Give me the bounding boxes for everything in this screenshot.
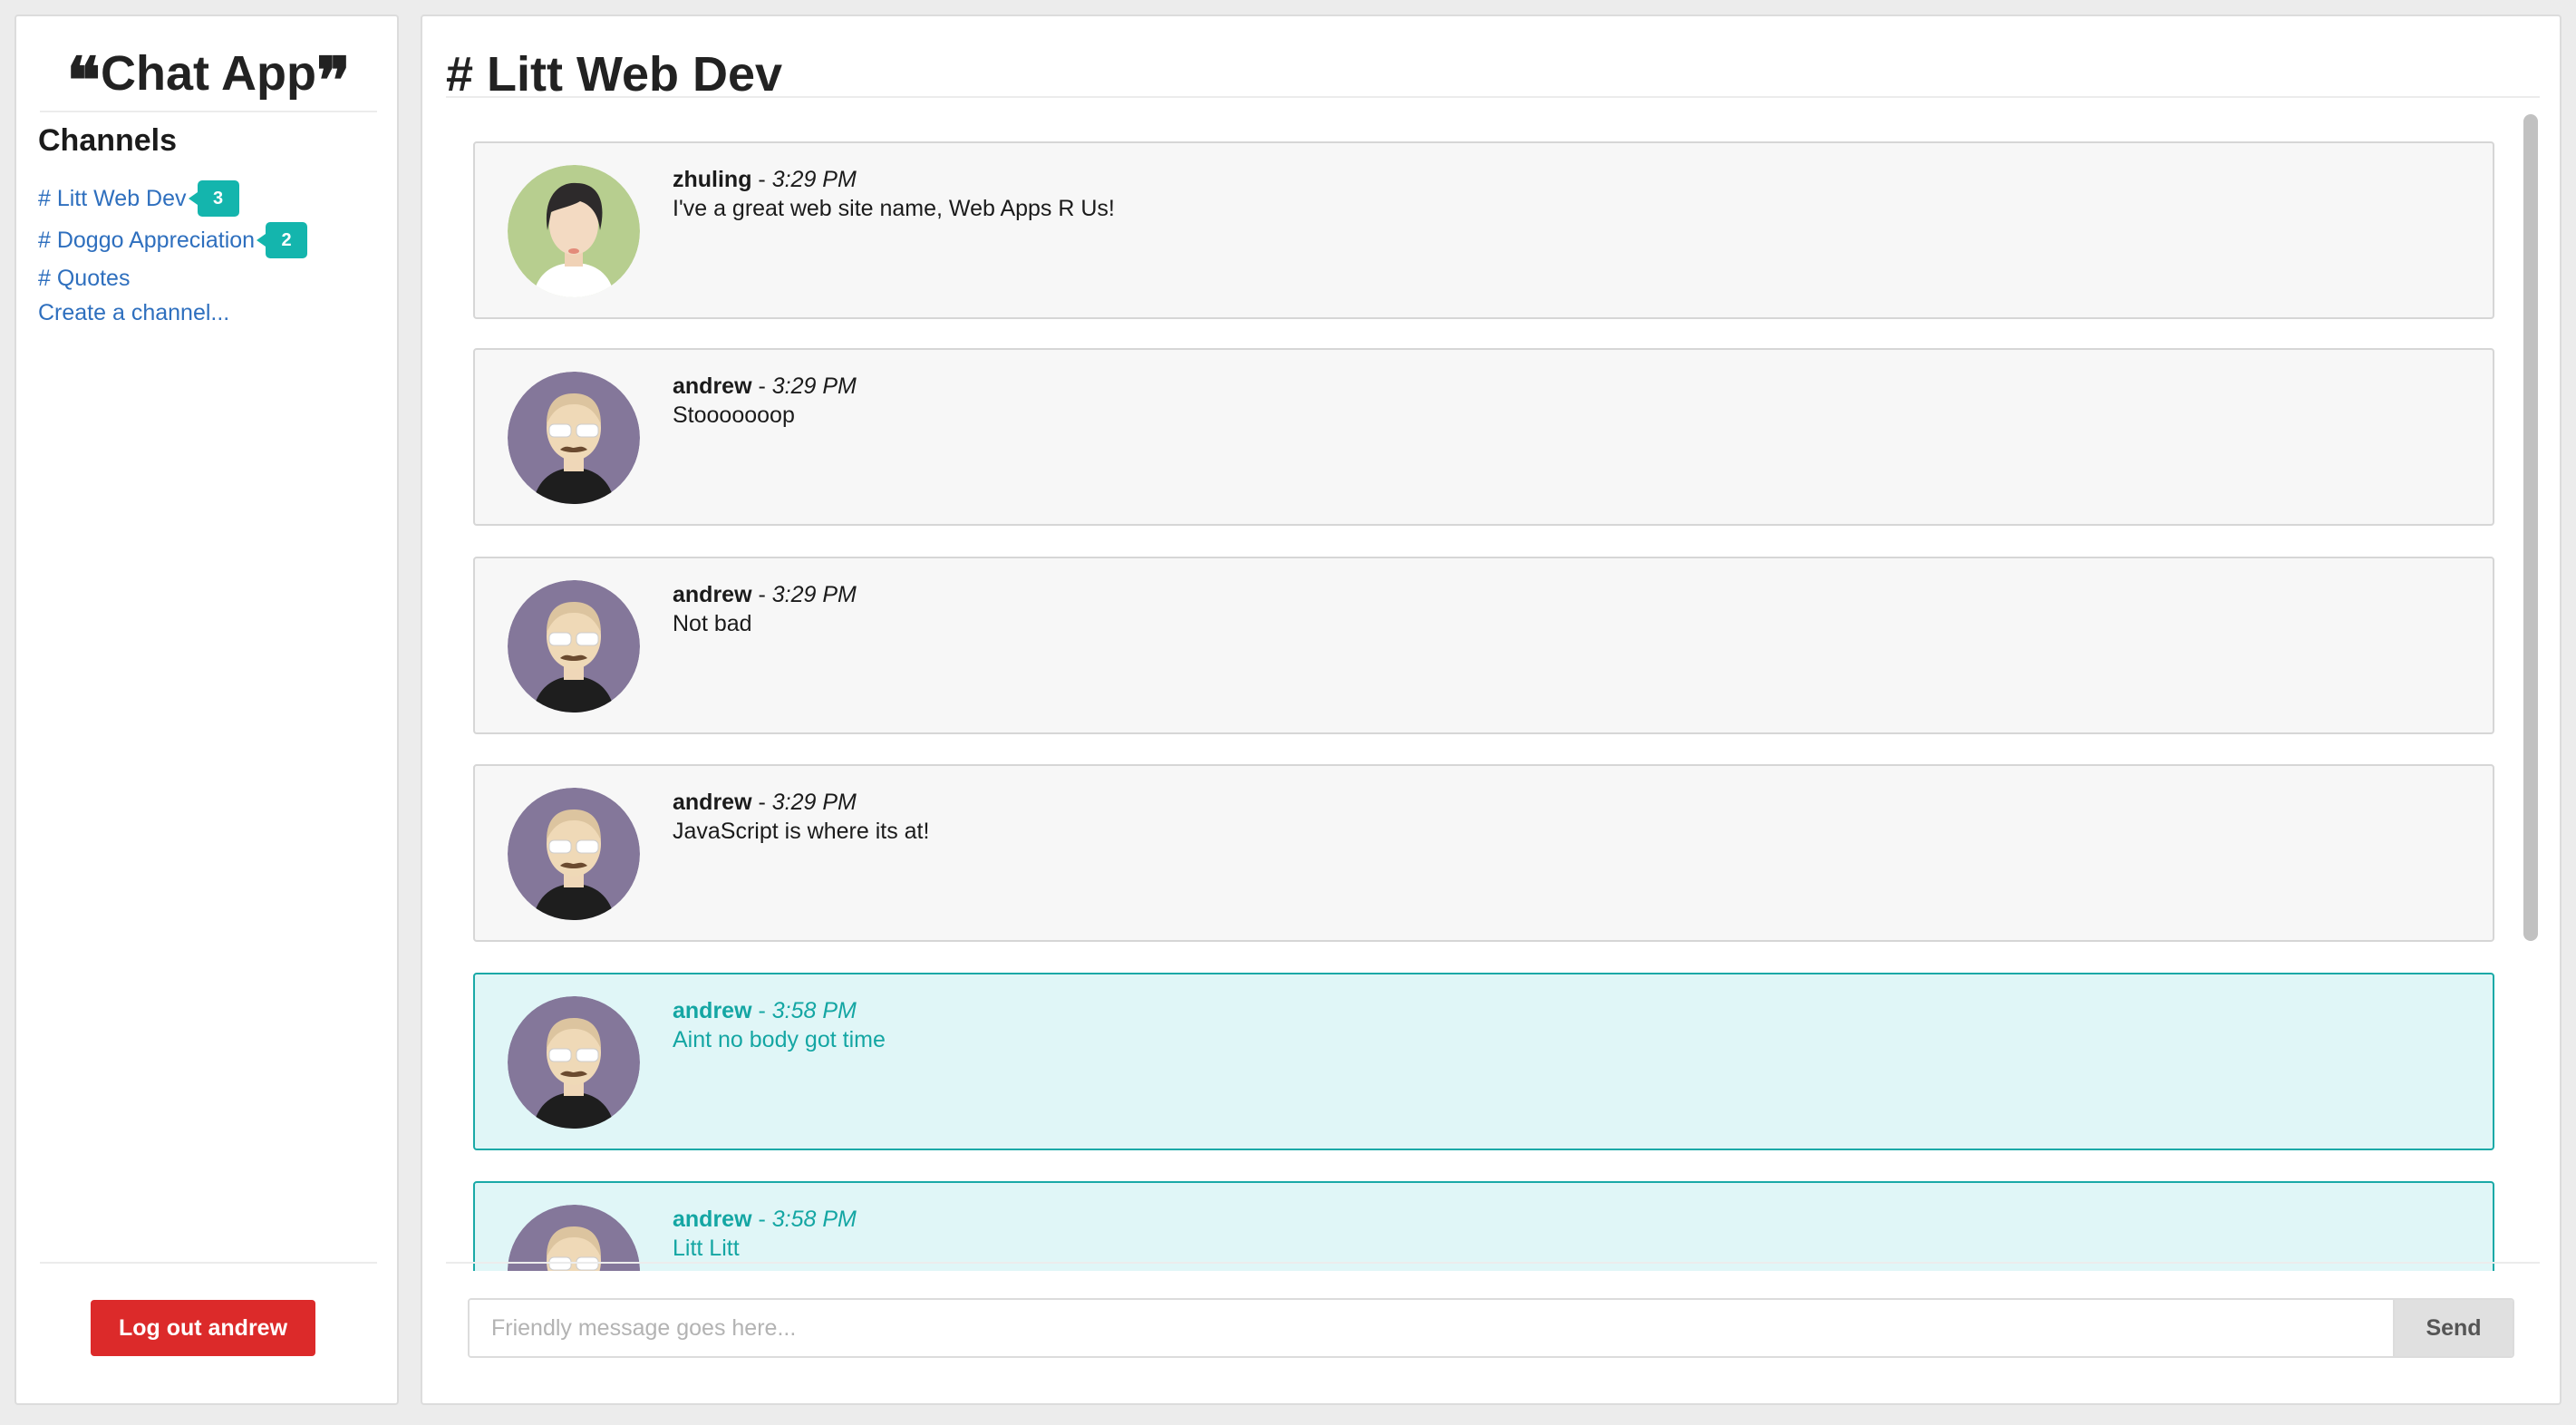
message-time: 3:58 PM [771, 1207, 857, 1232]
send-button[interactable]: Send [2393, 1300, 2513, 1356]
male-avatar-icon [508, 372, 640, 504]
meta-separator: - [751, 790, 772, 815]
unread-badge: 2 [257, 222, 308, 258]
female-avatar-icon [508, 165, 640, 297]
message-time: 3:29 PM [771, 790, 857, 815]
message-text: JavaScript is where its at! [673, 819, 930, 844]
message-meta: andrew - 3:29 PM [673, 373, 857, 400]
channel-item: # Litt Web Dev 3 [38, 178, 307, 219]
message-text: Stooooooop [673, 402, 795, 428]
channel-title: # Litt Web Dev [446, 47, 783, 102]
close-quote-icon: ❞ [315, 43, 351, 118]
composer-divider [446, 1262, 2540, 1264]
message-meta: andrew - 3:29 PM [673, 582, 857, 608]
message-item: zhuling - 3:29 PM I've a great web site … [473, 141, 2494, 319]
message-list-scrollbar[interactable] [2523, 114, 2538, 941]
meta-separator: - [751, 373, 772, 399]
meta-separator: - [751, 998, 772, 1023]
message-item-own: andrew - 3:58 PM Aint no body got time [473, 973, 2494, 1150]
open-quote-icon: ❝ [66, 43, 102, 118]
channel-link-quotes[interactable]: # Quotes [38, 266, 130, 292]
channel-link-litt-web-dev[interactable]: # Litt Web Dev [38, 186, 187, 212]
message-input[interactable] [470, 1300, 2393, 1356]
message-author: zhuling [673, 167, 752, 192]
message-author: andrew [673, 790, 752, 815]
meta-separator: - [751, 1207, 772, 1232]
channel-list: # Litt Web Dev 3 # Doggo Appreciation 2 … [38, 178, 308, 330]
message-time: 3:29 PM [771, 373, 857, 399]
message-item-own: andrew - 3:58 PM Litt Litt [473, 1181, 2494, 1271]
message-list[interactable]: zhuling - 3:29 PM I've a great web site … [446, 105, 2540, 1271]
create-channel-link[interactable]: Create a channel... [38, 300, 229, 326]
male-avatar-icon [508, 580, 640, 712]
message-author: andrew [673, 373, 752, 399]
message-meta: andrew - 3:58 PM [673, 998, 857, 1024]
message-time: 3:29 PM [771, 582, 857, 607]
message-meta: andrew - 3:58 PM [673, 1207, 857, 1233]
title-divider [446, 96, 2540, 98]
message-author: andrew [673, 582, 752, 607]
channel-item: # Quotes [38, 261, 307, 296]
message-item: andrew - 3:29 PM Not bad [473, 557, 2494, 734]
message-text: I've a great web site name, Web Apps R U… [673, 196, 1115, 221]
meta-separator: - [751, 167, 772, 192]
message-text: Not bad [673, 611, 752, 636]
male-avatar-icon [508, 788, 640, 920]
sidebar-divider [40, 1262, 377, 1264]
message-author: andrew [673, 998, 752, 1023]
channels-heading: Channels [38, 123, 178, 158]
message-text: Litt Litt [673, 1236, 740, 1261]
create-channel-item: Create a channel... [38, 296, 307, 330]
sidebar: ❝Chat App❞ Channels # Litt Web Dev 3 # D… [15, 15, 399, 1405]
message-meta: andrew - 3:29 PM [673, 790, 857, 816]
message-item: andrew - 3:29 PM JavaScript is where its… [473, 764, 2494, 942]
main-panel: # Litt Web Dev zhuling - 3:29 PM I've a … [421, 15, 2561, 1405]
logout-button[interactable]: Log out andrew [91, 1300, 315, 1356]
message-text: Aint no body got time [673, 1027, 886, 1052]
meta-separator: - [751, 582, 772, 607]
channel-item: # Doggo Appreciation 2 [38, 219, 308, 261]
unread-badge: 3 [188, 180, 239, 217]
message-author: andrew [673, 1207, 752, 1232]
app-title: Chat App [101, 46, 316, 101]
message-time: 3:29 PM [771, 167, 857, 192]
app-logo: ❝Chat App❞ [40, 36, 377, 118]
message-item: andrew - 3:29 PM Stooooooop [473, 348, 2494, 526]
message-meta: zhuling - 3:29 PM [673, 167, 857, 193]
message-time: 3:58 PM [771, 998, 857, 1023]
message-composer: Send [468, 1298, 2514, 1358]
channel-link-doggo-appreciation[interactable]: # Doggo Appreciation [38, 228, 255, 254]
male-avatar-icon [508, 996, 640, 1129]
